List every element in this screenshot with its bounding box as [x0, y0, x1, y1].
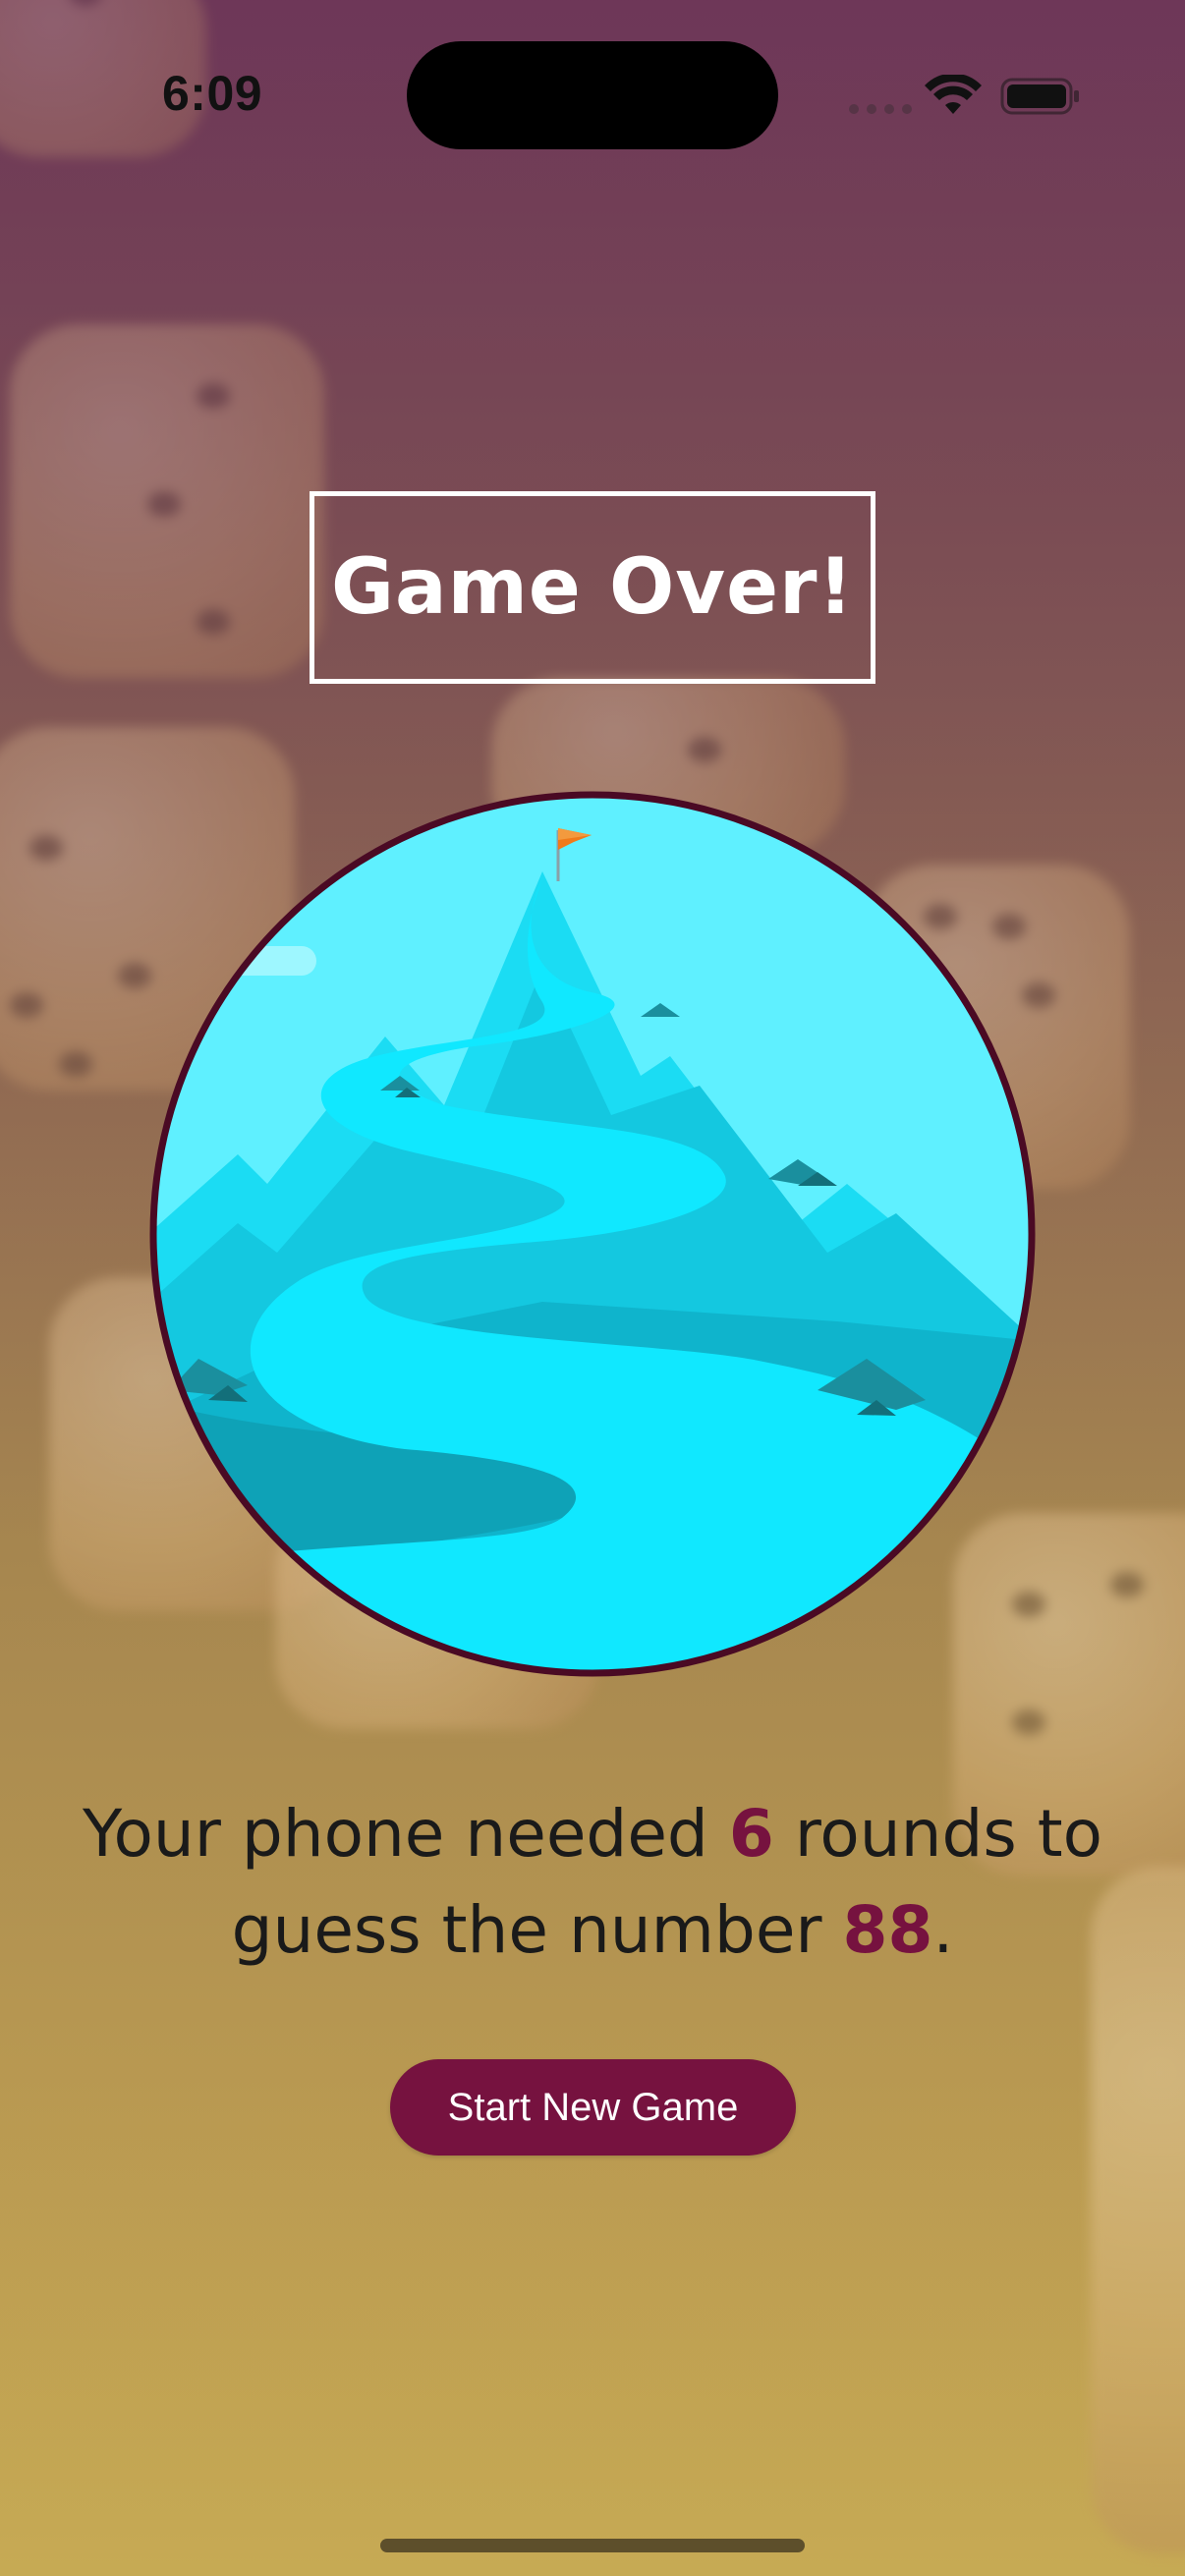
dynamic-island [407, 41, 778, 149]
guessed-number: 88 [842, 1892, 933, 1968]
summary-prefix: Your phone needed [83, 1796, 729, 1872]
summary-suffix: . [932, 1892, 954, 1968]
status-bar: 6:09 [0, 0, 1185, 157]
start-new-game-button[interactable]: Start New Game [390, 2059, 796, 2156]
game-summary-text: Your phone needed 6 rounds to guess the … [59, 1786, 1126, 1979]
home-indicator[interactable] [380, 2539, 805, 2552]
cellular-signal-icon [849, 104, 912, 114]
rounds-count: 6 [728, 1796, 774, 1872]
battery-icon [1000, 78, 1079, 115]
title-box: Game Over! [310, 491, 875, 684]
mountain-summit-flag-illustration [149, 791, 1036, 1677]
status-time: 6:09 [162, 66, 263, 121]
page-title: Game Over! [330, 543, 855, 632]
wifi-icon [925, 75, 982, 114]
